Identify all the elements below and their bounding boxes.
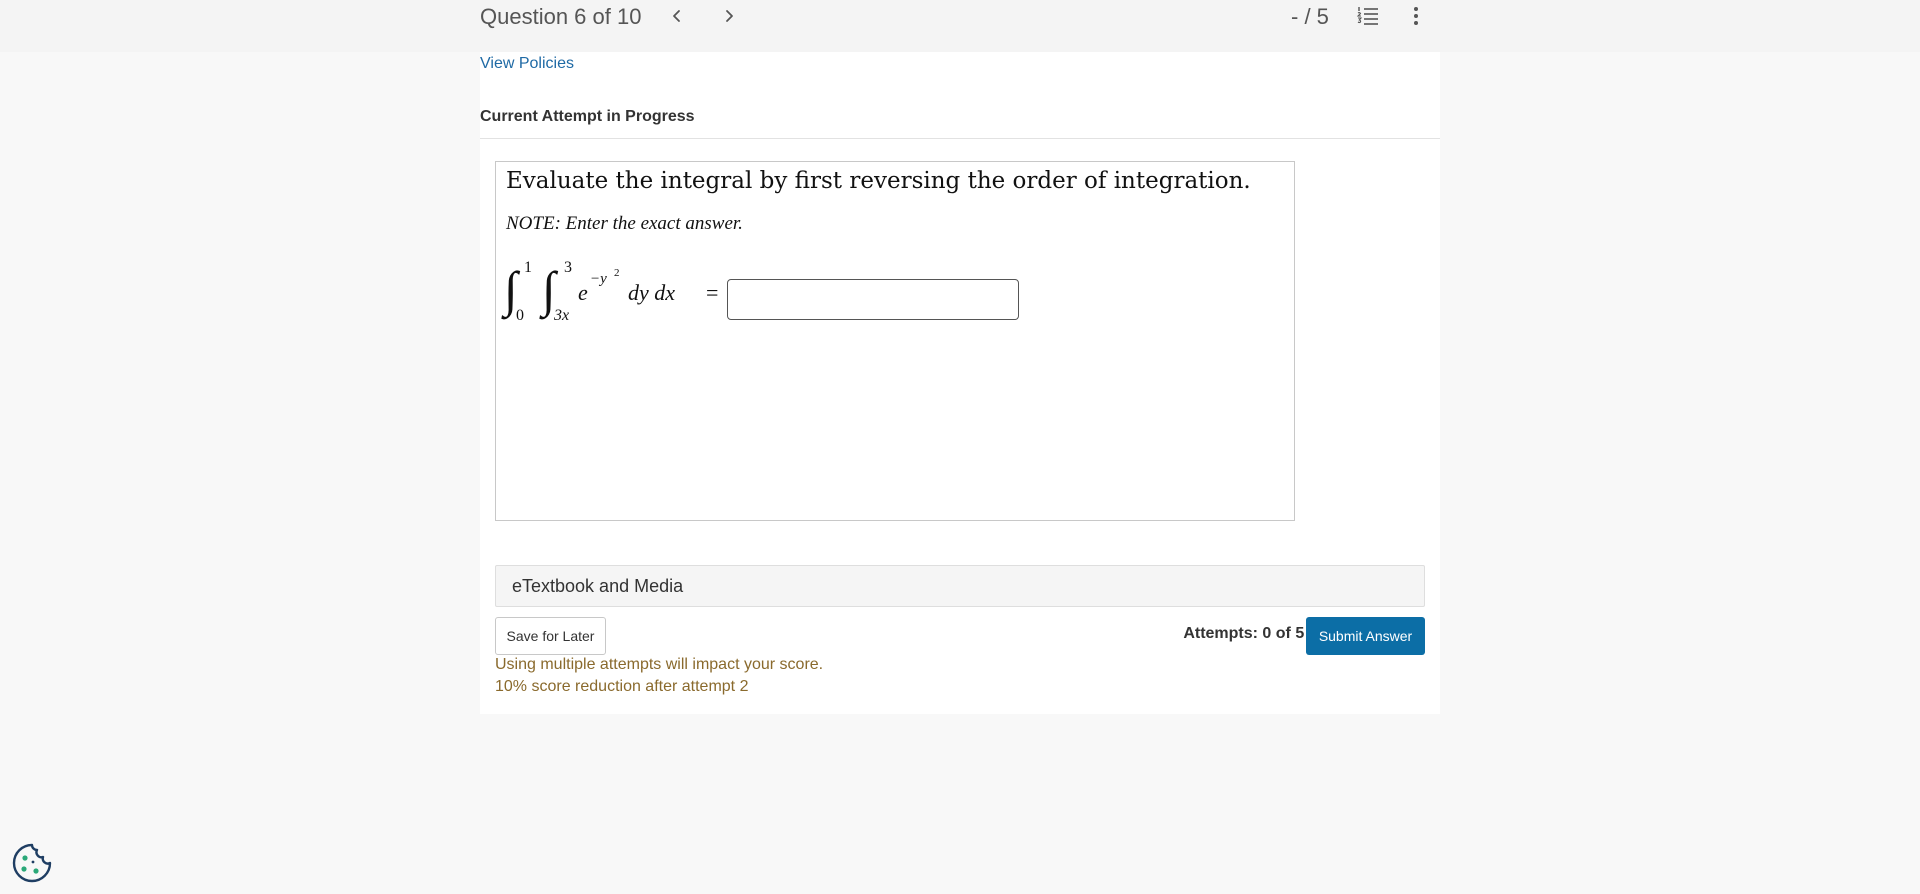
chevron-left-icon	[673, 10, 680, 22]
outer-upper-limit: 1	[524, 259, 532, 276]
attempts-warning: Using multiple attempts will impact your…	[495, 656, 824, 673]
answer-input[interactable]	[727, 279, 1019, 320]
question-list-button[interactable]	[1354, 2, 1382, 30]
score-display: - / 5	[1291, 4, 1329, 29]
integral-expression: ∫ 1 0 ∫ 3 3x e −y 2 dy dx =	[504, 258, 724, 328]
attempt-status-heading: Current Attempt in Progress	[480, 108, 695, 125]
question-note: NOTE: Enter the exact answer.	[506, 213, 743, 234]
inner-lower-limit: 3x	[554, 307, 570, 324]
numbered-list-icon	[1357, 7, 1378, 25]
integrand-base: e	[578, 280, 588, 305]
view-policies-link[interactable]: View Policies	[480, 53, 574, 75]
integrand-exponent: −y	[590, 271, 607, 287]
question-header: Question 6 of 10 - / 5	[0, 0, 1920, 52]
question-counter: Question 6 of 10	[480, 4, 642, 29]
outer-lower-limit: 0	[516, 307, 524, 324]
equals-sign: =	[706, 280, 719, 305]
etextbook-media-toggle[interactable]: eTextbook and Media	[495, 565, 1425, 607]
divider	[480, 138, 1440, 139]
more-options-button[interactable]	[1402, 2, 1430, 30]
exponent-power: 2	[614, 267, 620, 279]
inner-upper-limit: 3	[564, 259, 572, 276]
previous-question-button[interactable]	[663, 2, 691, 30]
cookie-icon	[12, 843, 52, 883]
cookie-settings-button[interactable]	[10, 841, 54, 885]
submit-answer-button[interactable]: Submit Answer	[1306, 617, 1425, 655]
more-vertical-icon	[1414, 7, 1418, 25]
next-question-button[interactable]	[715, 2, 743, 30]
score-reduction-note: 10% score reduction after attempt 2	[495, 678, 749, 695]
save-for-later-button[interactable]: Save for Later	[495, 617, 606, 655]
differentials: dy dx	[628, 280, 676, 305]
question-content: Evaluate the integral by first reversing…	[495, 161, 1295, 521]
chevron-right-icon	[726, 10, 733, 22]
question-prompt: Evaluate the integral by first reversing…	[506, 168, 1251, 194]
question-panel: View Policies Current Attempt in Progres…	[480, 52, 1440, 714]
